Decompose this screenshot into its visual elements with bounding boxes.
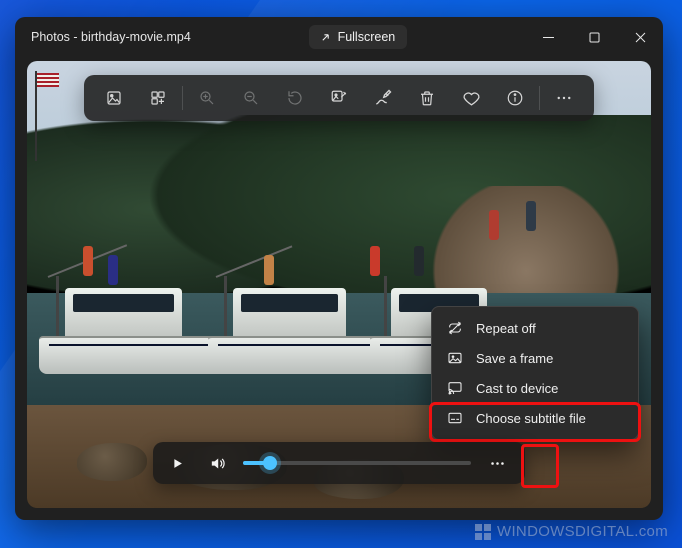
close-button[interactable]	[617, 17, 663, 57]
seek-slider[interactable]	[243, 461, 471, 465]
menu-save-frame[interactable]: Save a frame	[436, 343, 634, 373]
fullscreen-label: Fullscreen	[338, 30, 396, 44]
photos-app-window: Photos - birthday-movie.mp4 Fullscreen	[15, 17, 663, 520]
view-grid-button[interactable]	[136, 81, 180, 115]
play-button[interactable]	[163, 449, 191, 477]
zoom-in-button	[185, 81, 229, 115]
minimize-button[interactable]	[525, 17, 571, 57]
fullscreen-icon	[319, 31, 332, 44]
titlebar-center: Fullscreen	[191, 25, 525, 49]
menu-label: Choose subtitle file	[476, 411, 586, 426]
rotate-button	[273, 81, 317, 115]
tool-toolbar	[84, 75, 594, 121]
window-controls	[525, 17, 663, 57]
wm-w: W	[497, 523, 511, 540]
zoom-out-button	[229, 81, 273, 115]
fullscreen-button[interactable]: Fullscreen	[309, 25, 408, 49]
menu-repeat-off[interactable]: Repeat off	[436, 313, 634, 343]
cast-icon	[446, 380, 464, 396]
toolbar-more-button[interactable]	[542, 81, 586, 115]
wm-indows: INDOWS	[511, 523, 574, 540]
delete-button[interactable]	[405, 81, 449, 115]
frame-icon	[446, 350, 464, 366]
watermark: WINDOWSDIGITAL.com	[475, 523, 668, 540]
subtitle-icon	[446, 410, 464, 426]
app-name: Photos	[31, 30, 70, 44]
file-name: birthday-movie.mp4	[81, 30, 191, 44]
draw-button[interactable]	[361, 81, 405, 115]
repeat-icon	[446, 320, 464, 336]
video-frame[interactable]	[27, 61, 651, 508]
toolbar-separator	[182, 86, 183, 110]
menu-label: Save a frame	[476, 351, 553, 366]
window-title: Photos - birthday-movie.mp4	[31, 30, 191, 44]
info-button[interactable]	[493, 81, 537, 115]
playback-context-menu: Repeat off Save a frame Cast to device C…	[431, 306, 639, 440]
wm-igital: IGITAL	[586, 523, 634, 540]
maximize-button[interactable]	[571, 17, 617, 57]
watermark-logo-icon	[475, 524, 491, 540]
favorite-button[interactable]	[449, 81, 493, 115]
toolbar-separator	[539, 86, 540, 110]
content-area: Repeat off Save a frame Cast to device C…	[27, 61, 651, 508]
titlebar: Photos - birthday-movie.mp4 Fullscreen	[15, 17, 663, 57]
playback-bar	[153, 442, 525, 484]
flag-icon	[37, 73, 59, 87]
wm-suffix: .com	[634, 523, 668, 540]
view-single-button[interactable]	[92, 81, 136, 115]
menu-choose-subtitle[interactable]: Choose subtitle file	[436, 403, 634, 433]
wm-d: D	[575, 523, 586, 540]
volume-button[interactable]	[203, 449, 231, 477]
menu-label: Repeat off	[476, 321, 536, 336]
edit-button[interactable]	[317, 81, 361, 115]
playback-more-button[interactable]	[483, 449, 511, 477]
seek-thumb[interactable]	[263, 456, 277, 470]
menu-label: Cast to device	[476, 381, 558, 396]
title-separator: -	[70, 30, 81, 44]
menu-cast[interactable]: Cast to device	[436, 373, 634, 403]
